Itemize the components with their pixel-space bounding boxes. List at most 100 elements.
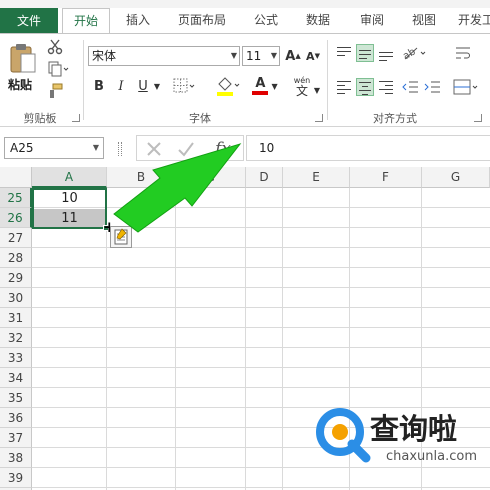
row-header-37[interactable]: 37 — [0, 428, 32, 448]
cut-icon[interactable] — [46, 38, 64, 56]
grow-font-button[interactable]: A ▲ — [284, 46, 302, 66]
formula-bar-splitter[interactable] — [118, 142, 122, 156]
cancel-entry-icon[interactable] — [143, 138, 165, 160]
align-left-icon[interactable] — [335, 78, 353, 96]
excel-window: 文件 开始 插入 页面布局 公式 数据 审阅 视图 开发工 粘贴 剪贴板 宋体 … — [0, 0, 490, 490]
paste-icon — [10, 44, 36, 73]
row-header-31[interactable]: 31 — [0, 308, 32, 328]
row-header-28[interactable]: 28 — [0, 248, 32, 268]
column-header-c[interactable]: C — [176, 167, 246, 188]
chevron-down-icon[interactable]: ▼ — [152, 76, 162, 96]
tab-insert[interactable]: 插入 — [114, 8, 162, 34]
alignment-dialog-launcher-icon[interactable] — [474, 114, 482, 122]
row-header-30[interactable]: 30 — [0, 288, 32, 308]
font-name-value: 宋体 — [92, 49, 117, 63]
decrease-indent-icon[interactable] — [400, 78, 420, 96]
column-header-f[interactable]: F — [350, 167, 422, 188]
gridline-vertical — [175, 188, 176, 490]
selection-border — [32, 188, 107, 229]
tab-page-layout[interactable]: 页面布局 — [170, 8, 234, 34]
align-center-icon[interactable] — [356, 78, 374, 96]
phonetic-char: 文 — [295, 84, 308, 98]
italic-button[interactable]: I — [112, 76, 130, 96]
align-bottom-icon[interactable] — [377, 44, 395, 62]
copy-icon[interactable] — [46, 60, 72, 78]
gridline-horizontal — [32, 287, 490, 288]
watermark-text: 查询啦 — [370, 412, 458, 446]
name-box-value: A25 — [10, 141, 34, 155]
align-right-icon[interactable] — [377, 78, 395, 96]
svg-text:ab: ab — [401, 46, 417, 62]
gridline-vertical — [282, 188, 283, 490]
row-header-27[interactable]: 27 — [0, 228, 32, 248]
format-painter-icon[interactable] — [46, 82, 64, 100]
merge-center-icon[interactable] — [452, 76, 482, 98]
font-dialog-launcher-icon[interactable] — [315, 114, 323, 122]
tab-home[interactable]: 开始 — [62, 8, 110, 34]
gridline-horizontal — [32, 487, 490, 488]
tab-view[interactable]: 视图 — [402, 8, 446, 34]
font-color-icon: A — [252, 77, 269, 95]
phonetic-guide-button[interactable]: wén 文 — [290, 72, 314, 100]
chevron-down-icon[interactable]: ▼ — [312, 80, 322, 100]
wrap-text-icon[interactable] — [452, 42, 474, 64]
confirm-entry-icon[interactable] — [175, 138, 197, 160]
row-header-33[interactable]: 33 — [0, 348, 32, 368]
tab-data[interactable]: 数据 — [296, 8, 340, 34]
gridline-horizontal — [32, 367, 490, 368]
gridline-horizontal — [32, 387, 490, 388]
row-header-29[interactable]: 29 — [0, 268, 32, 288]
select-all-corner[interactable] — [0, 167, 32, 188]
fill-color-icon[interactable] — [214, 74, 242, 98]
clipboard-dialog-launcher-icon[interactable] — [72, 114, 80, 122]
tab-formulas[interactable]: 公式 — [244, 8, 288, 34]
row-header-26[interactable]: 26 — [0, 208, 32, 228]
column-header-e[interactable]: E — [283, 167, 350, 188]
watermark-logo-icon — [316, 408, 371, 463]
column-header-d[interactable]: D — [246, 167, 283, 188]
row-header-25[interactable]: 25 — [0, 188, 32, 208]
auto-fill-options-icon — [114, 228, 128, 245]
gridline-horizontal — [32, 327, 490, 328]
ribbon: 粘贴 剪贴板 宋体 ▼ 11 ▼ A ▲ A ▼ B I U ▼ A ▼ wén… — [0, 33, 490, 127]
paste-button[interactable]: 粘贴 — [6, 40, 40, 96]
group-divider — [83, 40, 84, 120]
paste-label: 粘贴 — [8, 78, 33, 92]
row-header-32[interactable]: 32 — [0, 328, 32, 348]
row-header-35[interactable]: 35 — [0, 388, 32, 408]
group-divider — [327, 40, 328, 120]
font-size-combo[interactable]: 11 ▼ — [242, 46, 280, 66]
clipboard-group-label: 剪贴板 — [23, 112, 57, 125]
row-header-34[interactable]: 34 — [0, 368, 32, 388]
tab-developer[interactable]: 开发工 — [454, 8, 490, 34]
align-middle-icon[interactable] — [356, 44, 374, 62]
title-bar-strip — [0, 0, 490, 8]
gridline-horizontal — [32, 307, 490, 308]
column-header-b[interactable]: B — [107, 167, 176, 188]
name-box[interactable]: A25 ▼ — [4, 137, 104, 159]
shrink-font-button[interactable]: A ▼ — [304, 46, 322, 66]
column-header-a[interactable]: A — [32, 167, 107, 188]
font-name-combo[interactable]: 宋体 ▼ — [88, 46, 240, 66]
increase-indent-icon[interactable] — [422, 78, 442, 96]
watermark-url: chaxunla.com — [386, 449, 477, 464]
row-header-39[interactable]: 39 — [0, 468, 32, 488]
tab-file[interactable]: 文件 — [0, 8, 58, 34]
tab-review[interactable]: 审阅 — [350, 8, 394, 34]
font-color-button[interactable]: A ▼ — [250, 74, 280, 98]
insert-function-button[interactable]: fx — [209, 137, 237, 161]
borders-icon[interactable] — [172, 76, 198, 96]
formula-bar-buttons: fx — [136, 135, 244, 161]
align-top-icon[interactable] — [335, 44, 353, 62]
row-header-36[interactable]: 36 — [0, 408, 32, 428]
shrink-font-icon: A — [306, 49, 315, 63]
orientation-icon[interactable]: ab — [400, 42, 430, 64]
underline-button[interactable]: U — [134, 76, 152, 96]
bold-button[interactable]: B — [90, 76, 108, 96]
formula-input[interactable]: 10 — [246, 135, 490, 161]
chevron-down-icon: ▼ — [230, 51, 237, 60]
row-header-38[interactable]: 38 — [0, 448, 32, 468]
column-header-g[interactable]: G — [422, 167, 490, 188]
grow-font-icon: A — [285, 48, 296, 64]
auto-fill-options-button[interactable] — [110, 226, 132, 248]
